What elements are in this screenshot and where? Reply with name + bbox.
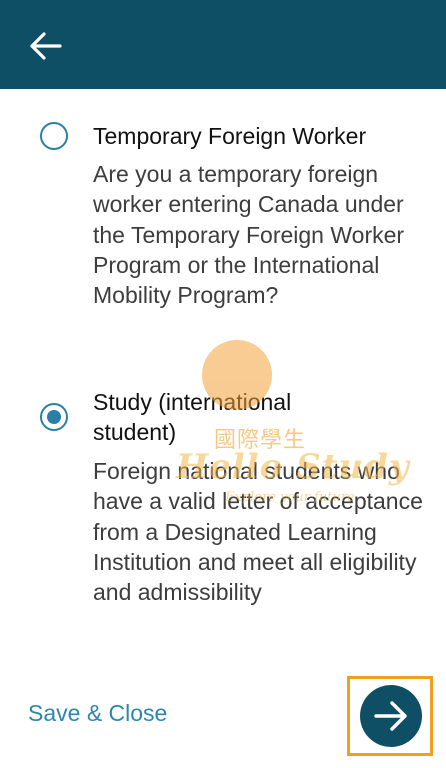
top-bar [0, 0, 446, 89]
radio-temporary-foreign-worker[interactable] [40, 122, 68, 150]
options-list[interactable]: Temporary Foreign Worker Are you a tempo… [0, 89, 446, 655]
footer-bar: Save & Close [0, 655, 446, 768]
radio-study-international-student[interactable] [40, 403, 68, 431]
option-description: Are you a temporary foreign worker enter… [93, 161, 405, 309]
option-title: Temporary Foreign Worker [93, 123, 367, 149]
save-close-button[interactable]: Save & Close [28, 700, 167, 727]
app-screen: Temporary Foreign Worker Are you a tempo… [0, 0, 446, 768]
arrow-right-icon [374, 701, 407, 731]
next-button[interactable] [360, 685, 422, 747]
option-description: Foreign national students who have a val… [93, 458, 423, 606]
arrow-left-icon [30, 32, 62, 60]
option-title: Study (international student) [93, 389, 292, 445]
back-button[interactable] [22, 26, 70, 66]
